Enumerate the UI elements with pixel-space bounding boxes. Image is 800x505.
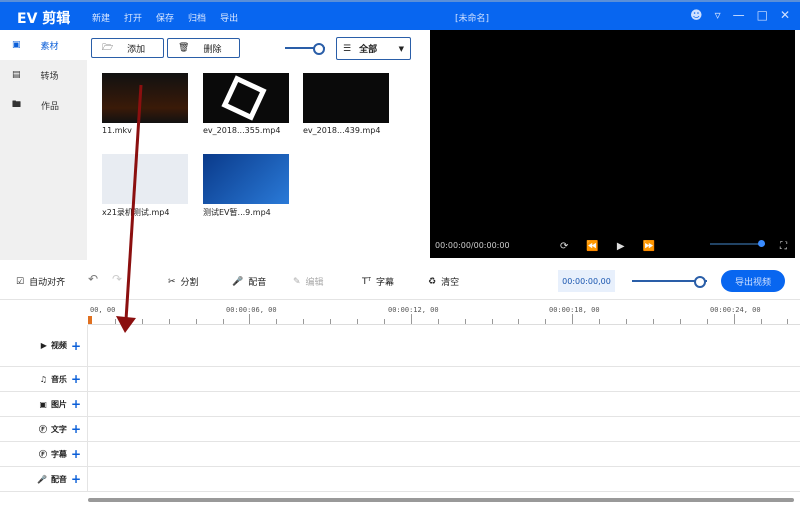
annotation-arrow [116,84,143,333]
